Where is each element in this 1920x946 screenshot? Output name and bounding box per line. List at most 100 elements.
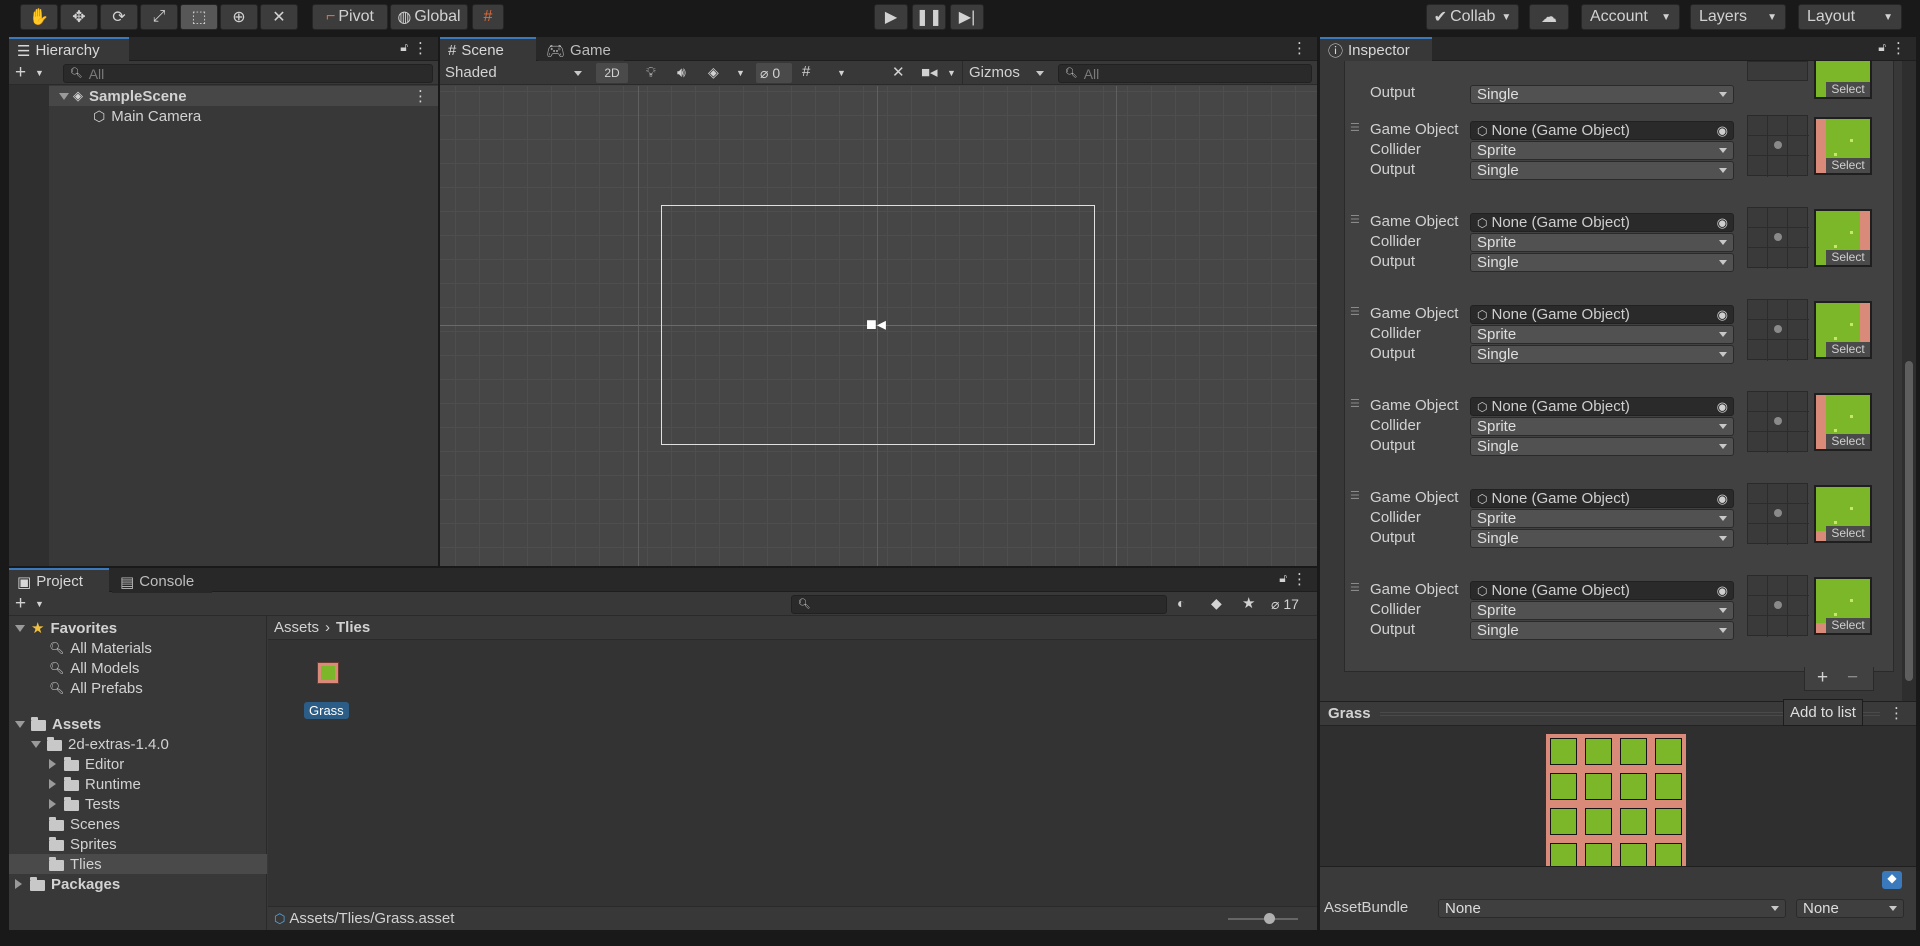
collider-dropdown[interactable]: Sprite xyxy=(1470,417,1734,436)
breadcrumb-item[interactable]: Assets xyxy=(274,619,319,636)
step-button[interactable]: ▶| xyxy=(950,4,984,30)
2d-toggle-button[interactable]: 2D xyxy=(596,63,628,83)
select-sprite-button[interactable]: Select xyxy=(1826,618,1870,633)
collapse-icon[interactable] xyxy=(49,799,56,809)
hand-tool-button[interactable]: ✋ xyxy=(20,4,58,30)
game-object-field[interactable]: ⬡ None (Game Object) ◉ xyxy=(1470,397,1734,416)
add-rule-button[interactable]: + xyxy=(1817,667,1828,689)
custom-tool-button[interactable]: ✕ xyxy=(260,4,298,30)
more-menu-icon[interactable]: ⋮ xyxy=(1889,704,1904,722)
global-button[interactable]: ◍ Global xyxy=(390,4,468,30)
scene-viewport[interactable]: ■◂ xyxy=(440,86,1317,566)
account-dropdown[interactable]: Account ▼ xyxy=(1581,4,1680,30)
output-dropdown[interactable]: Single xyxy=(1470,529,1734,548)
chevron-down-icon[interactable]: ▼ xyxy=(35,68,44,78)
more-menu-icon[interactable]: ⋮ xyxy=(1891,39,1906,57)
select-sprite-button[interactable]: Select xyxy=(1826,250,1870,265)
label-tag-icon[interactable]: ◆ xyxy=(1882,871,1902,889)
object-picker-icon[interactable]: ◉ xyxy=(1717,399,1728,415)
chevron-down-icon[interactable]: ▼ xyxy=(35,599,44,609)
tree-folder-sprites[interactable]: Sprites xyxy=(9,834,117,854)
collapse-icon[interactable] xyxy=(49,759,56,769)
expand-icon[interactable] xyxy=(31,740,41,748)
collapse-icon[interactable] xyxy=(49,779,56,789)
create-plus-button[interactable]: + xyxy=(15,62,26,84)
collider-dropdown[interactable]: Sprite xyxy=(1470,509,1734,528)
expand-icon[interactable] xyxy=(15,624,25,632)
collider-dropdown[interactable]: Sprite xyxy=(1470,325,1734,344)
sprite-preview[interactable]: Select xyxy=(1814,61,1872,99)
game-object-field[interactable]: ⬡ None (Game Object) ◉ xyxy=(1470,305,1734,324)
transform-tool-button[interactable]: ⊕ xyxy=(220,4,258,30)
tree-assets[interactable]: Assets xyxy=(9,714,101,734)
output-dropdown[interactable]: Single xyxy=(1470,253,1734,272)
collapse-icon[interactable] xyxy=(15,879,22,889)
search-by-label-icon[interactable]: ◆ xyxy=(1211,595,1222,612)
tab-inspector[interactable]: ⓘ Inspector xyxy=(1320,37,1432,62)
output-dropdown[interactable]: Single xyxy=(1470,85,1734,104)
drag-handle-icon[interactable]: ☰ xyxy=(1350,121,1360,134)
collider-dropdown[interactable]: Sprite xyxy=(1470,601,1734,620)
tree-favorite-item[interactable]: 🔍︎ All Materials xyxy=(9,638,152,658)
neighbor-grid[interactable] xyxy=(1747,299,1809,361)
hierarchy-item-main-camera[interactable]: ⬡ Main Camera xyxy=(49,106,201,126)
output-dropdown[interactable]: Single xyxy=(1470,161,1734,180)
drag-handle-icon[interactable]: ☰ xyxy=(1350,213,1360,226)
tree-folder-tests[interactable]: Tests xyxy=(9,794,120,814)
drag-handle-icon[interactable]: ☰ xyxy=(1350,489,1360,502)
more-menu-icon[interactable]: ⋮ xyxy=(413,39,428,57)
drag-handle-icon[interactable]: ☰ xyxy=(1350,581,1360,594)
remove-rule-button[interactable]: − xyxy=(1847,667,1858,689)
tree-favorite-item[interactable]: 🔍︎ All Models xyxy=(9,658,139,678)
move-tool-button[interactable]: ✥ xyxy=(60,4,98,30)
scale-tool-button[interactable]: ⤢ xyxy=(140,4,178,30)
select-sprite-button[interactable]: Select xyxy=(1826,434,1870,449)
expand-icon[interactable] xyxy=(15,720,25,728)
tree-favorites[interactable]: ★ Favorites xyxy=(9,618,117,638)
tab-hierarchy[interactable]: ☰ Hierarchy xyxy=(9,37,129,62)
neighbor-grid[interactable] xyxy=(1747,483,1809,545)
rotate-tool-button[interactable]: ⟳ xyxy=(100,4,138,30)
grid-icon[interactable]: # xyxy=(802,63,810,80)
expand-icon[interactable] xyxy=(59,92,69,100)
assetbundle-dropdown[interactable]: None xyxy=(1438,899,1786,918)
tab-console[interactable]: ▤ Console xyxy=(112,568,212,593)
camera-icon[interactable]: ■◂ xyxy=(921,63,938,81)
object-picker-icon[interactable]: ◉ xyxy=(1717,215,1728,231)
effects-icon[interactable]: ◈ xyxy=(708,64,719,81)
play-button[interactable]: ▶ xyxy=(874,4,908,30)
audio-icon[interactable]: 🔊︎ xyxy=(677,64,686,81)
output-dropdown[interactable]: Single xyxy=(1470,345,1734,364)
collider-dropdown[interactable]: Sprite xyxy=(1470,233,1734,252)
tree-folder-scenes[interactable]: Scenes xyxy=(9,814,120,834)
more-menu-icon[interactable]: ⋮ xyxy=(413,87,428,105)
gizmos-dropdown[interactable]: Gizmos xyxy=(962,61,1050,85)
drag-handle-icon[interactable]: ☰ xyxy=(1350,397,1360,410)
search-by-type-icon[interactable]: ◐ xyxy=(1177,595,1185,611)
collider-dropdown[interactable]: Sprite xyxy=(1470,141,1734,160)
sprite-preview[interactable]: Select xyxy=(1814,209,1872,267)
tab-game[interactable]: 🎮︎ Game xyxy=(538,37,624,62)
scene-search-input[interactable]: 🔍︎ All xyxy=(1058,64,1312,83)
select-sprite-button[interactable]: Select xyxy=(1826,526,1870,541)
breadcrumb-item[interactable]: Tlies xyxy=(336,619,370,636)
hidden-packages-toggle[interactable]: ⌀ 17 xyxy=(1271,594,1315,614)
tools-icon[interactable]: ✕ xyxy=(892,63,905,81)
project-search-input[interactable]: 🔍︎ xyxy=(791,595,1167,614)
game-object-field[interactable]: ⬡ None (Game Object) ◉ xyxy=(1470,581,1734,600)
lock-icon[interactable]: 🔓︎ xyxy=(1279,571,1287,586)
tree-folder-runtime[interactable]: Runtime xyxy=(9,774,141,794)
pivot-button[interactable]: ⌐ Pivot xyxy=(312,4,388,30)
neighbor-grid[interactable] xyxy=(1747,115,1809,177)
layers-dropdown[interactable]: Layers ▼ xyxy=(1690,4,1786,30)
game-object-field[interactable]: ⬡ None (Game Object) ◉ xyxy=(1470,121,1734,140)
object-picker-icon[interactable]: ◉ xyxy=(1717,123,1728,139)
lock-icon[interactable]: 🔓︎ xyxy=(400,40,408,55)
more-menu-icon[interactable]: ⋮ xyxy=(1292,570,1307,588)
sprite-preview[interactable]: Select xyxy=(1814,301,1872,359)
output-dropdown[interactable]: Single xyxy=(1470,437,1734,456)
lighting-icon[interactable]: 💡︎ xyxy=(646,64,656,81)
tree-folder-editor[interactable]: Editor xyxy=(9,754,124,774)
neighbor-grid[interactable] xyxy=(1747,207,1809,269)
camera-gizmo-icon[interactable]: ■◂ xyxy=(866,314,886,335)
